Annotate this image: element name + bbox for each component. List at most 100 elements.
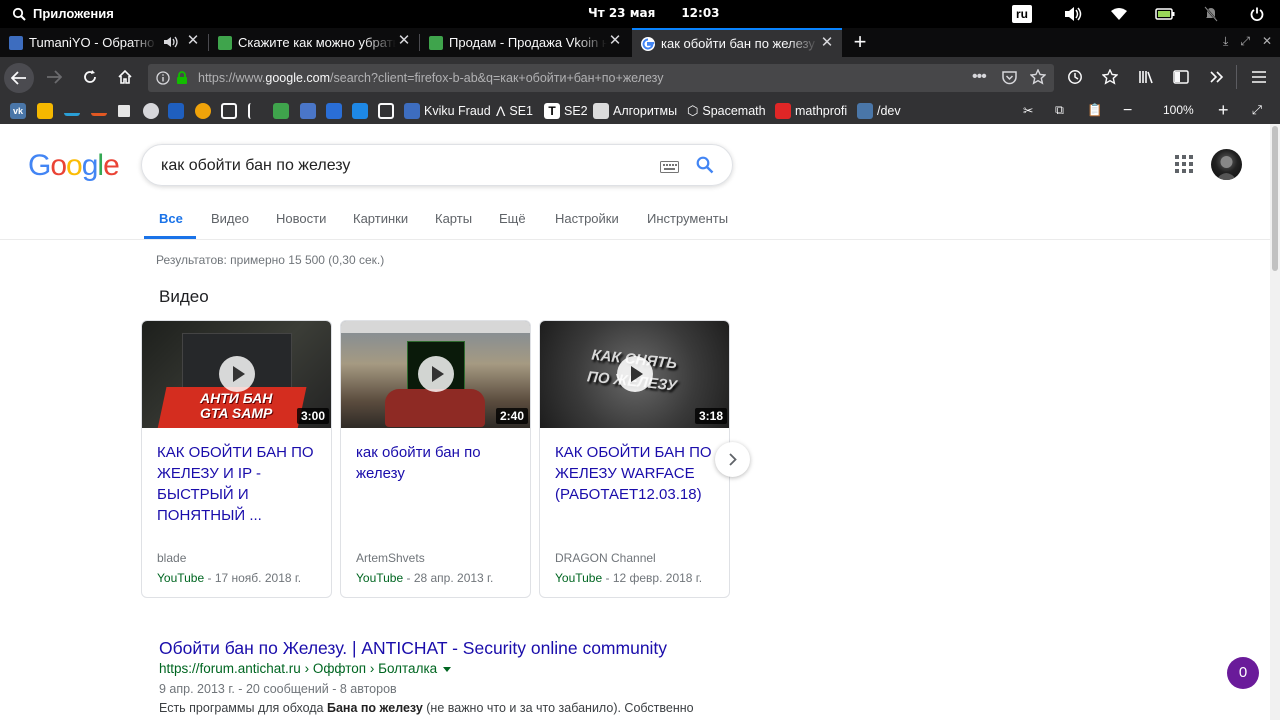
fullscreen-icon[interactable]: ⤢ [1252,102,1262,119]
zoom-out-button[interactable]: − [1123,102,1132,119]
bookmark-spacemath[interactable]: ⬡ Spacemath [687,102,766,119]
video-channel: blade [157,551,187,565]
video-title[interactable]: КАК ОБОЙТИ БАН ПО ЖЕЛЕЗУ WARFACE (РАБОТА… [555,442,720,505]
hamburger-menu-icon[interactable] [1247,65,1271,89]
tab-news[interactable]: Новости [276,211,326,226]
paste-icon[interactable]: 📋 [1087,102,1103,119]
browser-tab-2[interactable]: Скажите как можно убрать ✕ [209,28,419,57]
bookmark-se1[interactable]: Λ SE1 [496,102,533,119]
clock[interactable]: Чт 23 мая 12:03 [588,6,720,20]
page-actions-icon[interactable]: ••• [972,68,987,86]
new-tab-button[interactable]: + [848,31,872,55]
video-card[interactable]: КАК СНЯТЬПО ЖЕЛЕЗУ 3:18 КАК ОБОЙТИ БАН П… [539,320,730,598]
video-title[interactable]: КАК ОБОЙТИ БАН ПО ЖЕЛЕЗУ И IP - БЫСТРЫЙ … [157,442,322,526]
url-dropdown-caret-icon[interactable] [443,666,452,672]
bookmark-red-arrow-icon[interactable] [91,102,107,119]
bookmark-lightning-icon[interactable] [37,102,53,119]
tab-close-icon[interactable]: ✕ [820,35,834,50]
volume-icon[interactable] [1050,6,1096,22]
bookmark-nf-icon[interactable] [168,102,184,119]
video-thumbnail[interactable]: 2:40 [341,321,530,428]
bookmark-puzzle-icon[interactable] [116,102,132,119]
browser-tab-3[interactable]: Продам - Продажа Vkoin не ✕ [420,28,630,57]
bookmark-arrow-icon[interactable] [64,102,80,119]
bookmark-gift-icon[interactable] [378,102,394,119]
library-icon[interactable] [1134,65,1158,89]
pocket-icon[interactable] [1002,70,1017,90]
tab-close-icon[interactable]: ✕ [397,33,411,48]
maximize-window-icon[interactable]: ⤢ [1240,34,1250,49]
home-button[interactable] [113,65,137,89]
tab-more[interactable]: Ещё [499,211,526,226]
address-bar[interactable]: https://www.google.com/search?client=fir… [148,64,1054,92]
bookmark-flag-icon[interactable] [326,102,342,119]
bookmark-kviku-fraud[interactable]: Kviku Fraud [404,102,491,119]
tab-images[interactable]: Картинки [353,211,408,226]
bookmark-vk-icon[interactable]: vk [10,102,26,119]
play-icon[interactable] [219,356,255,392]
play-icon[interactable] [617,356,653,392]
page-scrollbar[interactable] [1270,124,1280,720]
power-icon[interactable] [1234,7,1280,21]
search-input[interactable]: как обойти бан по железу [141,144,733,186]
keyboard-icon[interactable] [660,160,679,178]
play-icon[interactable] [418,356,454,392]
back-button[interactable] [4,63,34,93]
secure-lock-icon[interactable] [176,70,188,90]
overflow-menu-icon[interactable] [1205,65,1229,89]
copy-icon[interactable]: ⧉ [1055,102,1064,119]
google-logo[interactable]: Google [28,149,120,183]
sidebar-icon[interactable] [1169,65,1193,89]
account-avatar[interactable] [1211,149,1242,180]
zoom-level[interactable]: 100% [1163,103,1194,117]
google-apps-icon[interactable] [1175,155,1193,173]
bookmark-algorithms[interactable]: Алгоритмы [593,102,677,119]
minimize-window-icon[interactable]: ⤓ [1223,34,1228,49]
bookmarks-menu-icon[interactable] [1098,65,1122,89]
tab-videos[interactable]: Видео [211,211,249,226]
video-thumbnail[interactable]: АНТИ БАН GTA SAMP 3:00 [142,321,331,428]
forward-button[interactable] [42,65,66,89]
bookmark-coin-icon[interactable] [195,102,211,119]
scrollbar-thumb[interactable] [1272,126,1278,271]
result-url[interactable]: https://forum.antichat.ru › Оффтоп › Бол… [159,661,452,676]
tab-all[interactable]: Все [159,211,183,226]
video-card[interactable]: АНТИ БАН GTA SAMP 3:00 КАК ОБОЙТИ БАН ПО … [141,320,332,598]
bookmark-github-icon[interactable] [143,102,159,119]
bookmark-image-icon[interactable] [300,102,316,119]
video-thumbnail[interactable]: КАК СНЯТЬПО ЖЕЛЕЗУ 3:18 [540,321,729,428]
tab-audio-icon[interactable] [164,36,178,51]
tab-maps[interactable]: Карты [435,211,472,226]
video-card[interactable]: 2:40 как обойти бан по железу ArtemShvet… [340,320,531,598]
bookmark-star-icon[interactable] [1029,68,1047,90]
search-icon[interactable] [696,156,714,179]
battery-icon[interactable] [1142,8,1188,20]
bookmark-d-icon[interactable] [352,102,368,119]
tab-settings[interactable]: Настройки [555,211,619,226]
carousel-next-button[interactable] [715,442,750,477]
video-title[interactable]: как обойти бан по железу [356,442,521,484]
keyboard-layout-indicator[interactable]: ru [1012,5,1032,23]
browser-tab-1[interactable]: TumaniYO - Обратно ✕ [0,28,208,57]
tab-tools[interactable]: Инструменты [647,211,728,226]
notifications-muted-icon[interactable] [1188,6,1234,22]
history-icon[interactable] [1063,65,1087,89]
bookmark-plane-icon[interactable] [248,102,258,119]
wifi-icon[interactable] [1096,7,1142,21]
bookmark-mathprofi[interactable]: mathprofi [775,102,847,119]
browser-tab-active[interactable]: как обойти бан по железу ✕ [632,28,842,57]
bookmark-dev[interactable]: /dev [857,102,901,119]
bookmark-green-icon[interactable] [273,102,289,119]
bookmark-box-icon[interactable] [221,102,237,119]
result-title-link[interactable]: Обойти бан по Железу. | ANTICHAT - Secur… [159,638,667,659]
zoom-in-button[interactable]: + [1218,100,1229,120]
bookmark-se2[interactable]: T SE2 [544,102,588,119]
tab-close-icon[interactable]: ✕ [186,33,200,48]
reload-button[interactable] [78,65,102,89]
site-info-icon[interactable] [156,71,170,90]
close-window-icon[interactable]: ✕ [1262,34,1272,49]
tab-close-icon[interactable]: ✕ [608,33,622,48]
applications-menu[interactable]: Приложения [12,6,114,21]
extension-badge[interactable]: 0 [1227,657,1259,689]
cut-icon[interactable]: ✂ [1023,102,1033,119]
